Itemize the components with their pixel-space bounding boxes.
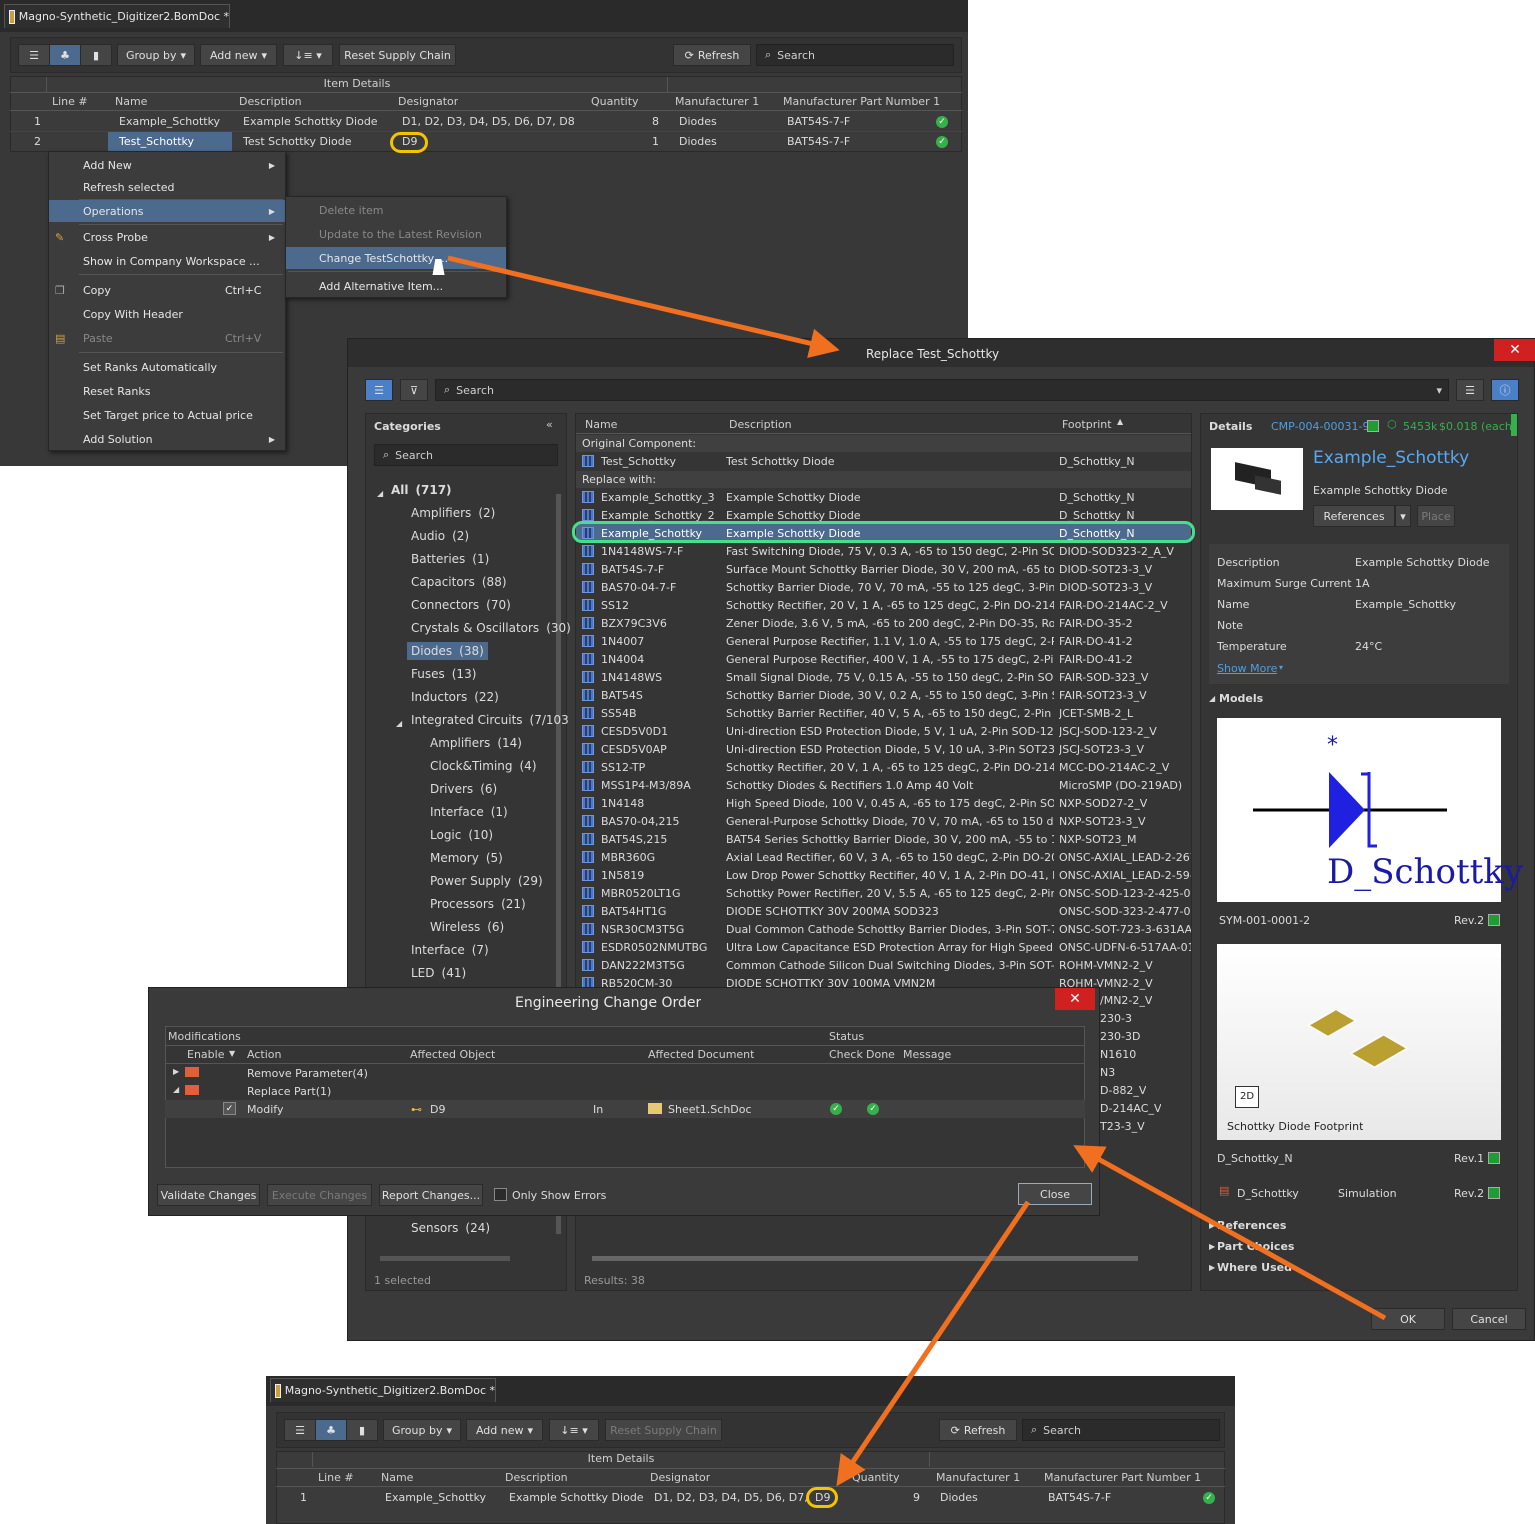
arrow-eco-to-bom	[836, 1200, 1031, 1487]
arrow-ok-to-eco	[1073, 1145, 1387, 1321]
flow-arrows	[447, 255, 1387, 1487]
arrow-to-replace-dialog	[447, 255, 840, 359]
